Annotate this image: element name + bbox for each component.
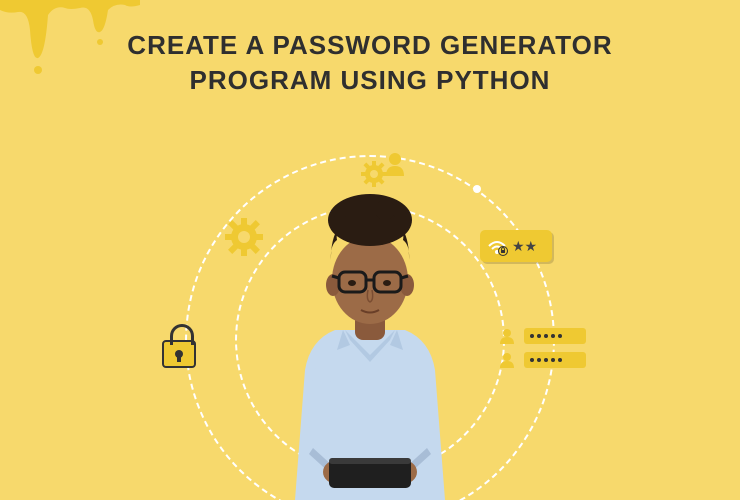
wifi-password-card: ★★ [480, 230, 552, 262]
wifi-icon [486, 235, 508, 257]
lock-icon [160, 325, 198, 369]
user-icon [500, 328, 518, 344]
credential-row [500, 328, 586, 344]
gear-user-icon [360, 150, 408, 190]
password-field [524, 328, 586, 344]
page-title: CREATE A PASSWORD GENERATOR PROGRAM USIN… [0, 28, 740, 98]
title-line-1: CREATE A PASSWORD GENERATOR [127, 30, 612, 60]
credential-row [500, 352, 586, 368]
user-icon [500, 352, 518, 368]
student-with-tablet [255, 190, 485, 500]
password-stars: ★★ [512, 238, 537, 255]
password-field [524, 352, 586, 368]
title-line-2: PROGRAM USING PYTHON [190, 65, 551, 95]
login-credentials-icon [500, 328, 586, 376]
